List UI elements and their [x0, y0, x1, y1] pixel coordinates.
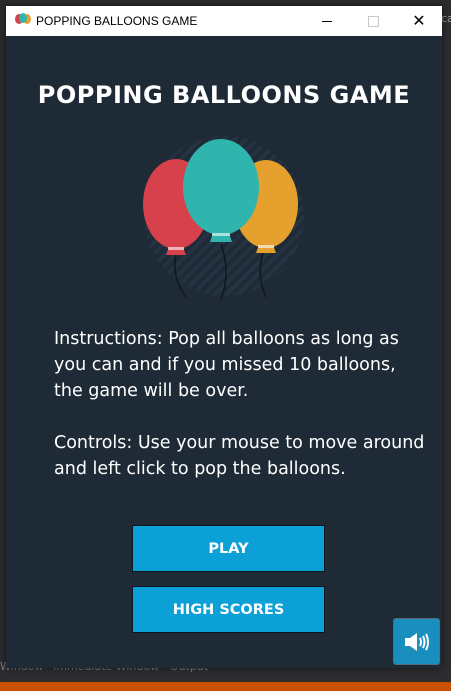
sound-toggle-button[interactable] — [393, 618, 440, 665]
background-text: cat — [441, 12, 451, 25]
maximize-icon — [367, 15, 379, 27]
balloons-illustration — [143, 136, 304, 301]
play-button[interactable]: PLAY — [132, 525, 325, 572]
background-panel — [441, 0, 451, 691]
game-title: POPPING BALLOONS GAME — [37, 81, 411, 109]
background-status-bar — [0, 682, 451, 691]
title-bar[interactable]: POPPING BALLOONS GAME ✕ — [6, 6, 442, 36]
balloons-icon — [15, 13, 31, 24]
close-button[interactable]: ✕ — [396, 6, 442, 36]
minimize-icon — [322, 20, 332, 22]
window-title: POPPING BALLOONS GAME — [36, 14, 198, 28]
game-menu-screen: POPPING BALLOONS GAME Instructions: Pop … — [6, 36, 442, 668]
minimize-button[interactable] — [304, 6, 350, 36]
game-window: POPPING BALLOONS GAME ✕ POPPING BALLOONS… — [6, 6, 442, 668]
close-icon: ✕ — [412, 11, 426, 30]
maximize-button[interactable] — [350, 6, 396, 36]
speaker-icon — [404, 632, 429, 651]
high-scores-button[interactable]: HIGH SCORES — [132, 586, 325, 633]
controls-text: Controls: Use your mouse to move around … — [54, 433, 425, 479]
instructions-text: Instructions: Pop all balloons as long a… — [54, 329, 399, 401]
